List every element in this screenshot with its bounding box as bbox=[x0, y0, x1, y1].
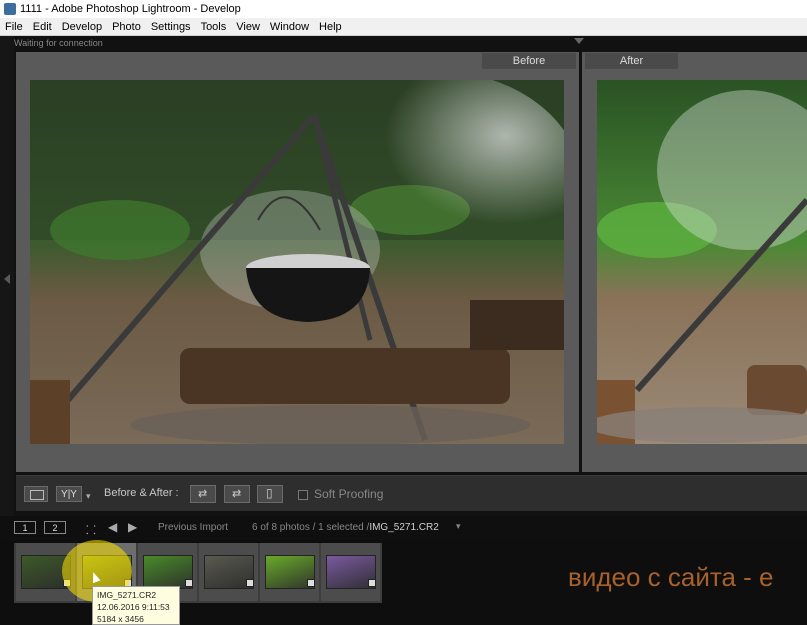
edited-badge-icon bbox=[307, 579, 315, 587]
connection-status: Waiting for connection bbox=[14, 38, 103, 48]
menu-develop[interactable]: Develop bbox=[57, 21, 107, 33]
forward-arrow-icon[interactable]: ▶ bbox=[128, 520, 137, 534]
back-arrow-icon[interactable]: ◀ bbox=[108, 520, 117, 534]
after-label: After bbox=[585, 53, 678, 69]
filmstrip-source[interactable]: Previous Import bbox=[158, 522, 228, 533]
lightroom-app-icon bbox=[4, 3, 16, 15]
tooltip-filename: IMG_5271.CR2 bbox=[97, 590, 157, 600]
menu-file[interactable]: File bbox=[0, 21, 28, 33]
filmstrip-header: 1 2 ⸬ ◀ ▶ Previous Import 6 of 8 photos … bbox=[0, 516, 807, 540]
filmstrip-thumbnail[interactable] bbox=[199, 543, 258, 601]
expand-top-panel-icon[interactable] bbox=[574, 38, 584, 44]
photo-count: 6 of 8 photos / 1 selected /IMG_5271.CR2 bbox=[252, 522, 439, 533]
photo-count-text: 6 of 8 photos / 1 selected / bbox=[252, 522, 370, 533]
campfire-photo-after bbox=[597, 80, 807, 444]
thumbnail-tooltip: IMG_5271.CR2 12.06.2016 9:11:53 5184 x 3… bbox=[92, 586, 180, 625]
expand-left-panel-icon[interactable] bbox=[4, 274, 10, 284]
menu-help[interactable]: Help bbox=[314, 21, 347, 33]
develop-toolbar: Y|Y ▾ Before & After : Soft Proofing bbox=[16, 475, 807, 511]
after-pane: After bbox=[582, 52, 807, 472]
watermark-text: видео с сайта - е bbox=[568, 562, 774, 592]
filmstrip-thumbnail[interactable] bbox=[260, 543, 319, 601]
before-photo[interactable] bbox=[30, 80, 564, 444]
before-pane: Before bbox=[16, 52, 579, 472]
selected-filename: IMG_5271.CR2 bbox=[369, 522, 439, 533]
after-photo[interactable] bbox=[597, 80, 807, 444]
campfire-photo-before bbox=[30, 80, 564, 444]
window-title: 1111 - Adobe Photoshop Lightroom - Devel… bbox=[20, 3, 241, 15]
tooltip-date: 12.06.2016 9:11:53 bbox=[97, 602, 170, 612]
filmstrip-thumbnail[interactable] bbox=[321, 543, 380, 601]
loupe-view-button[interactable] bbox=[24, 486, 48, 502]
before-after-label: Before & After : bbox=[104, 487, 179, 499]
secondary-display-button[interactable]: 2 bbox=[44, 521, 66, 534]
menu-bar: File Edit Develop Photo Settings Tools V… bbox=[0, 18, 807, 36]
tooltip-dimensions: 5184 x 3456 bbox=[97, 614, 144, 624]
before-after-view-button[interactable]: Y|Y bbox=[56, 486, 82, 502]
soft-proofing-label: Soft Proofing bbox=[314, 487, 384, 501]
soft-proofing-checkbox[interactable] bbox=[298, 490, 308, 500]
menu-edit[interactable]: Edit bbox=[28, 21, 57, 33]
copy-after-to-before-button[interactable] bbox=[224, 485, 250, 503]
swap-before-after-button[interactable] bbox=[257, 485, 283, 503]
edited-badge-icon bbox=[246, 579, 254, 587]
menu-photo[interactable]: Photo bbox=[107, 21, 146, 33]
menu-window[interactable]: Window bbox=[265, 21, 314, 33]
menu-settings[interactable]: Settings bbox=[146, 21, 196, 33]
menu-tools[interactable]: Tools bbox=[196, 21, 232, 33]
before-label: Before bbox=[482, 53, 576, 69]
title-bar: 1111 - Adobe Photoshop Lightroom - Devel… bbox=[0, 0, 807, 18]
menu-view[interactable]: View bbox=[231, 21, 265, 33]
chevron-down-icon[interactable]: ▾ bbox=[456, 521, 461, 532]
edited-badge-icon bbox=[368, 579, 376, 587]
edited-badge-icon bbox=[185, 579, 193, 587]
copy-before-to-after-button[interactable] bbox=[190, 485, 216, 503]
grid-view-icon[interactable]: ⸬ bbox=[86, 521, 96, 538]
view-mode-dropdown-icon[interactable]: ▾ bbox=[86, 491, 91, 502]
primary-display-button[interactable]: 1 bbox=[14, 521, 36, 534]
